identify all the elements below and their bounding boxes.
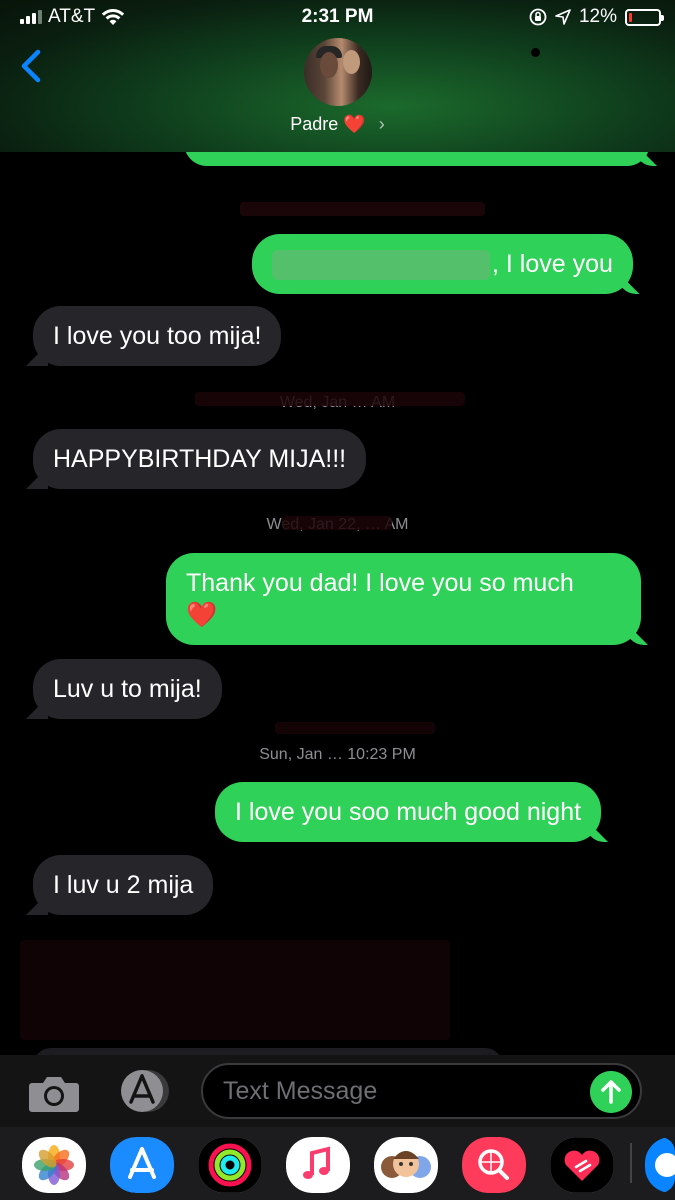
message-bubble-incoming[interactable]: I luv u 2 mija (33, 855, 214, 915)
send-button[interactable] (590, 1071, 632, 1113)
digital-touch-icon[interactable] (550, 1137, 614, 1193)
search-images-icon[interactable] (462, 1137, 526, 1193)
timestamp-label: Sun, Jan … 10:23 PM (259, 746, 416, 763)
messages-screen: AT&T 2:31 PM 12% Padre ❤️ › , I love you… (0, 0, 675, 1200)
activity-icon[interactable] (198, 1137, 262, 1193)
redacted-text (272, 250, 490, 281)
location-arrow-icon (555, 9, 571, 25)
message-placeholder: Text Message (223, 1077, 378, 1105)
heart-emoji: ❤️ (186, 601, 218, 629)
message-input-bar: Text Message (0, 1055, 675, 1127)
drawer-divider (630, 1143, 632, 1183)
music-icon[interactable] (286, 1137, 350, 1193)
more-apps-icon[interactable] (645, 1137, 675, 1193)
photos-icon[interactable] (22, 1137, 86, 1193)
message-text-field[interactable]: Text Message (201, 1063, 642, 1119)
memoji-icon[interactable] (374, 1137, 438, 1193)
redacted-content (20, 940, 450, 1040)
battery-level (629, 12, 632, 22)
redacted-timestamp (282, 516, 392, 530)
message-bubble-outgoing[interactable]: , I love you (252, 234, 633, 295)
status-bar: AT&T 2:31 PM 12% (0, 0, 675, 36)
redacted-timestamp (275, 722, 435, 734)
app-store-icon[interactable] (114, 1068, 174, 1114)
message-bubble-incoming[interactable]: HAPPYBIRTHDAY MIJA!!! (33, 429, 367, 489)
app-store-drawer-icon[interactable] (110, 1137, 174, 1193)
orientation-lock-icon (529, 8, 547, 26)
conversation-header: AT&T 2:31 PM 12% Padre ❤️ › (0, 0, 675, 152)
app-drawer (0, 1127, 675, 1200)
battery-percent: 12% (578, 6, 617, 27)
contact-avatar[interactable] (304, 38, 372, 106)
contact-name: Padre (290, 114, 339, 134)
message-bubble-outgoing[interactable]: I love you soo much good night (215, 782, 602, 842)
camera-dot (531, 48, 540, 57)
camera-icon[interactable] (28, 1073, 80, 1113)
contact-name-button[interactable]: Padre ❤️ › (0, 114, 675, 135)
heart-emoji: ❤️ (343, 114, 366, 134)
back-button[interactable] (14, 46, 50, 86)
chevron-right-icon: › (378, 114, 385, 134)
message-bubble-incoming[interactable]: Luv u to mija! (33, 659, 222, 719)
battery-icon (625, 8, 664, 26)
redacted-timestamp (195, 392, 465, 406)
redacted-timestamp (240, 202, 485, 216)
message-bubble-incoming[interactable]: I love you too mija! (33, 306, 282, 366)
message-bubble-outgoing[interactable]: Thank you dad! I love you so much ❤️ (166, 553, 641, 645)
